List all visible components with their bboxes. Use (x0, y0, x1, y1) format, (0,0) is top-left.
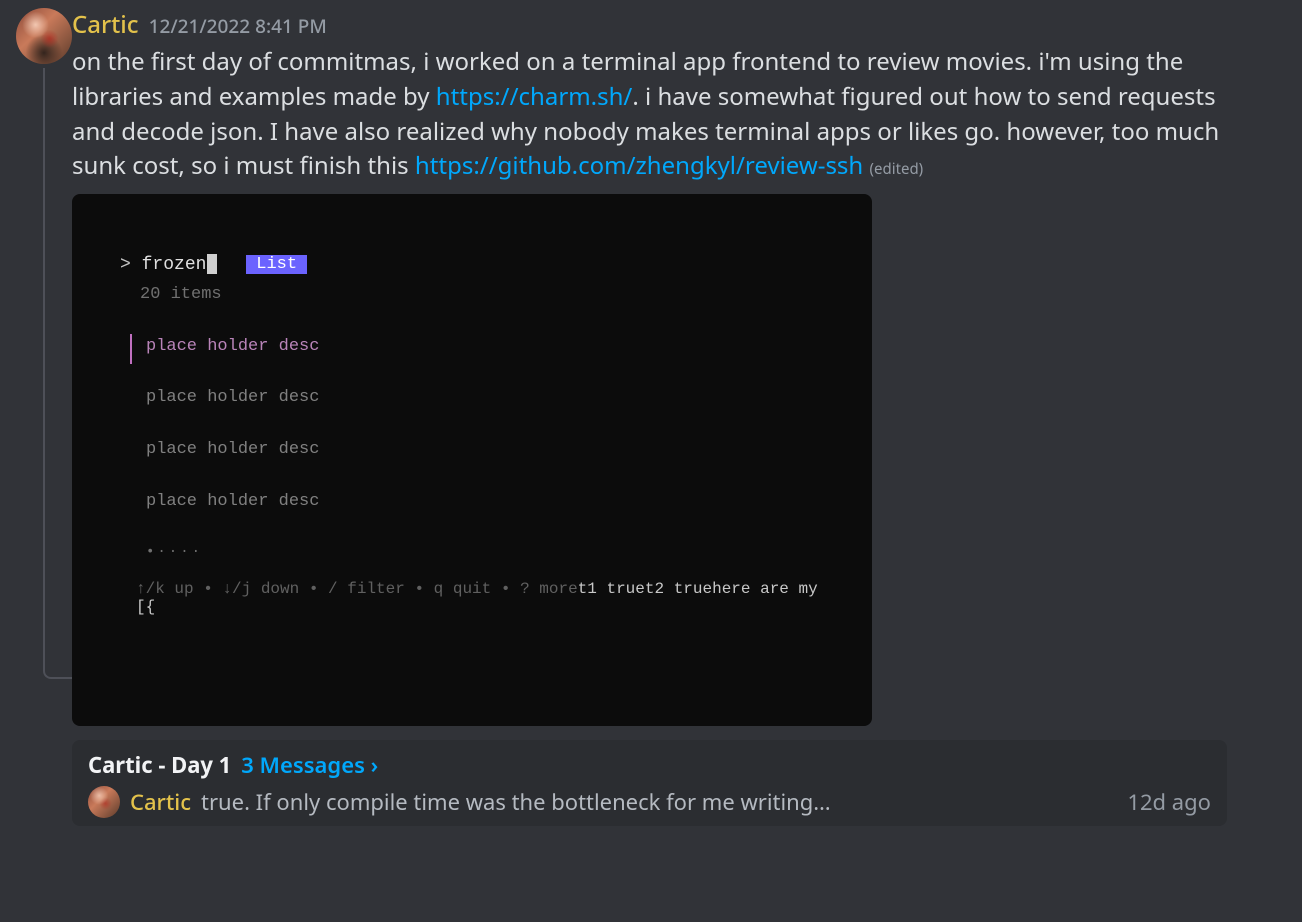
edited-label: (edited) (870, 159, 924, 179)
list-item: place holder desc (130, 492, 824, 518)
help-dim: ↑/k up • ↓/j down • / filter • q quit • … (136, 580, 578, 598)
list-item: place holder desc (130, 388, 824, 414)
thread-header: Cartic - Day 1 3 Messages › (88, 750, 1211, 780)
link-charm[interactable]: https://charm.sh/ (436, 80, 633, 113)
thread-preview-text: true. If only compile time was the bottl… (201, 787, 1109, 817)
terminal-input-line: > frozen List (120, 254, 824, 275)
message: Cartic 12/21/2022 8:41 PM on the first d… (0, 0, 1302, 726)
thread-preview-timestamp: 12d ago (1127, 787, 1211, 817)
thread-card[interactable]: Cartic - Day 1 3 Messages › Cartic true.… (72, 740, 1227, 826)
prompt-symbol: > (120, 255, 131, 275)
message-content: on the first day of commitmas, i worked … (72, 45, 1227, 184)
pagination-dots: •···· (130, 544, 824, 560)
thread-preview-author[interactable]: Cartic (130, 787, 191, 817)
thread-messages-link[interactable]: 3 Messages › (241, 750, 378, 780)
list-item: place holder desc (130, 334, 824, 364)
help-bar: ↑/k up • ↓/j down • / filter • q quit • … (120, 580, 824, 616)
username[interactable]: Cartic (72, 8, 139, 41)
terminal-list: place holder desc place holder desc plac… (130, 334, 824, 560)
terminal-query: frozen (142, 255, 207, 275)
avatar[interactable] (88, 786, 120, 818)
item-count: 20 items (140, 285, 824, 304)
cursor-icon (207, 254, 217, 274)
message-header: Cartic 12/21/2022 8:41 PM (72, 8, 1286, 41)
link-github[interactable]: https://github.com/zhengkyl/review-ssh (415, 149, 863, 182)
list-item: place holder desc (130, 440, 824, 466)
thread-title: Cartic - Day 1 (88, 750, 231, 780)
avatar[interactable] (16, 8, 72, 64)
timestamp: 12/21/2022 8:41 PM (149, 13, 327, 39)
thread-spine (43, 68, 73, 679)
thread-preview: Cartic true. If only compile time was th… (88, 786, 1211, 818)
list-badge: List (246, 255, 307, 274)
terminal-embed[interactable]: > frozen List 20 items place holder desc… (72, 194, 872, 726)
